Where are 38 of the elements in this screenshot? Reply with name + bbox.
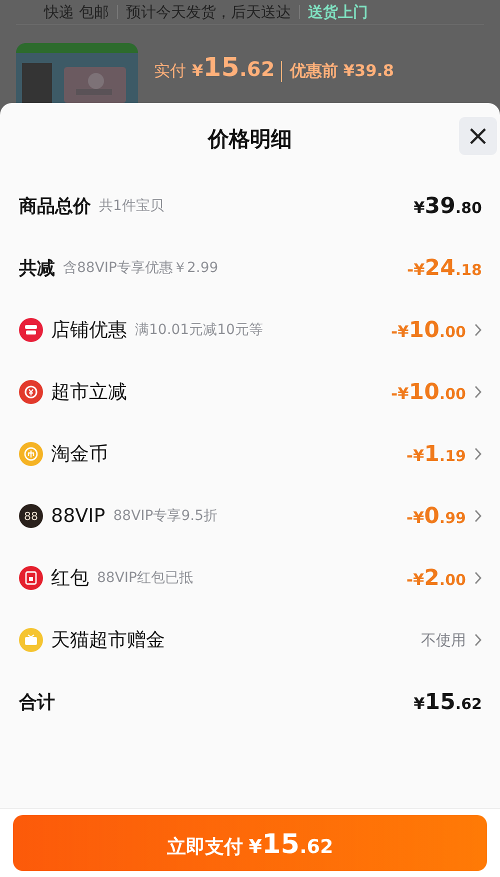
row-label: 天猫超市赠金 — [51, 628, 165, 653]
row-note: 88VIP专享9.5折 — [113, 507, 218, 525]
row-amount: -¥1.19 — [406, 442, 466, 466]
original-price: 优惠前 ¥39.8 — [280, 61, 394, 82]
row-note: 满10.01元减10元等 — [135, 321, 263, 339]
row-amount: -¥10.00 — [391, 318, 466, 342]
chevron-icon[interactable] — [474, 323, 482, 337]
paid-price: ¥15.62 — [192, 53, 275, 83]
row-amount: ¥39.80 — [414, 194, 482, 218]
row-amount: -¥24.18 — [407, 256, 482, 280]
chevron-icon[interactable] — [474, 633, 482, 647]
chevron-icon[interactable] — [474, 509, 482, 523]
row-amount: ¥15.62 — [414, 690, 482, 714]
row-label: 合计 — [19, 691, 55, 714]
row-amount: -¥0.99 — [406, 504, 466, 528]
row-note: 共1件宝贝 — [99, 197, 164, 215]
close-button[interactable]: × — [459, 117, 497, 155]
chevron-icon[interactable] — [474, 447, 482, 461]
row-label: 淘金币 — [51, 442, 108, 467]
shipping-text: 快递 包邮 — [44, 2, 109, 22]
row-amount: -¥10.00 — [391, 380, 466, 404]
row-label: 共减 — [19, 257, 55, 280]
row-value: 不使用 — [421, 630, 466, 650]
sheet-title: 价格明细 — [208, 126, 292, 153]
shipping-text: 送货上门 — [308, 2, 368, 22]
row-note: 含88VIP专享优惠￥2.99 — [63, 259, 218, 277]
row-label: 商品总价 — [19, 195, 91, 218]
chevron-icon[interactable] — [474, 571, 482, 585]
vip-icon: 88 — [19, 504, 43, 528]
row-label: 店铺优惠 — [51, 318, 127, 343]
paid-label: 实付 — [154, 61, 186, 82]
row-label: 超市立减 — [51, 380, 127, 405]
row-note: 88VIP红包已抵 — [97, 569, 193, 587]
row-label: 88VIP — [51, 505, 106, 527]
row-amount: -¥2.00 — [406, 566, 466, 590]
row-label: 红包 — [51, 566, 89, 591]
chevron-icon[interactable] — [474, 385, 482, 399]
shipping-text: 预计今天发货，后天送达 — [126, 2, 291, 22]
